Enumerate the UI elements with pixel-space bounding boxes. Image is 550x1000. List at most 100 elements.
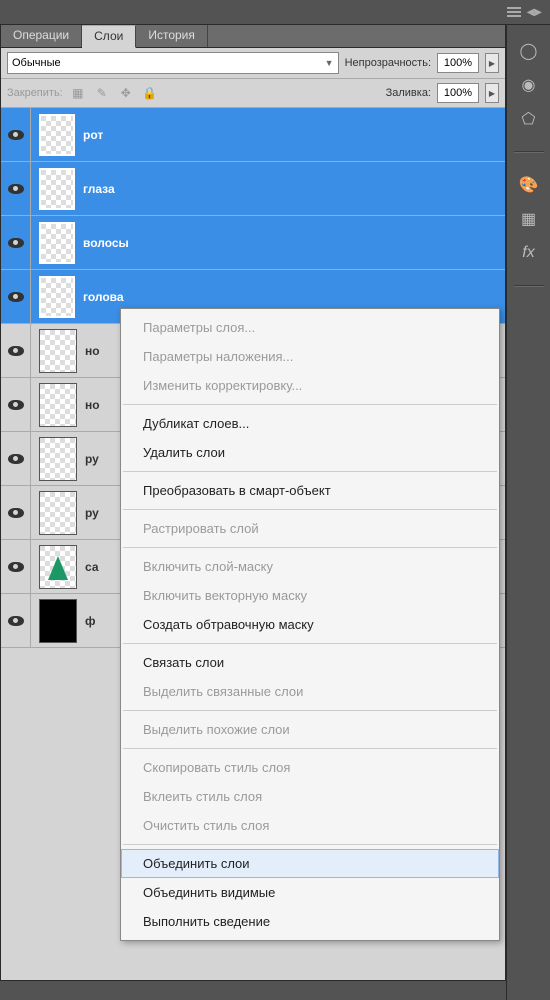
eye-icon — [8, 238, 24, 248]
layer-thumbnail[interactable] — [39, 114, 75, 156]
tab-history[interactable]: История — [136, 25, 208, 47]
menu-item[interactable]: Выполнить сведение — [121, 907, 499, 936]
menu-separator — [123, 471, 497, 472]
fill-slider-toggle[interactable]: ▶ — [485, 83, 499, 103]
visibility-toggle[interactable] — [1, 162, 31, 215]
layer-name[interactable]: но — [85, 344, 100, 358]
menu-item: Вклеить стиль слоя — [121, 782, 499, 811]
tab-layers[interactable]: Слои — [82, 25, 136, 48]
visibility-toggle[interactable] — [1, 108, 31, 161]
layer-thumbnail[interactable] — [39, 545, 77, 589]
eye-icon — [8, 184, 24, 194]
grid-icon[interactable]: ▦ — [517, 207, 541, 231]
menu-separator — [123, 844, 497, 845]
visibility-toggle[interactable] — [1, 432, 31, 485]
eye-icon — [8, 130, 24, 140]
menu-item: Включить слой-маску — [121, 552, 499, 581]
layer-thumbnail[interactable] — [39, 168, 75, 210]
menu-separator — [123, 710, 497, 711]
menu-item: Выделить связанные слои — [121, 677, 499, 706]
palette-icon[interactable]: 🎨 — [517, 173, 541, 197]
layer-name[interactable]: глаза — [83, 182, 115, 196]
menu-separator — [123, 643, 497, 644]
visibility-toggle[interactable] — [1, 270, 31, 323]
eye-icon — [8, 454, 24, 464]
panel-menu-icon[interactable] — [507, 7, 521, 17]
sphere-icon[interactable]: ◉ — [517, 73, 541, 97]
opacity-slider-toggle[interactable]: ▶ — [485, 53, 499, 73]
menu-item[interactable]: Дубликат слоев... — [121, 409, 499, 438]
layer-row[interactable]: волосы — [1, 216, 505, 270]
shape-icon[interactable]: ⬠ — [517, 107, 541, 131]
lock-fill-row: Закрепить: ▦ ✎ ✥ 🔒 Заливка: 100% ▶ — [1, 79, 505, 108]
menu-item: Растрировать слой — [121, 514, 499, 543]
layer-name[interactable]: рот — [83, 128, 103, 142]
layer-thumbnail[interactable] — [39, 437, 77, 481]
eye-icon — [8, 508, 24, 518]
eye-icon — [8, 346, 24, 356]
visibility-toggle[interactable] — [1, 486, 31, 539]
lock-position-icon[interactable]: ✥ — [117, 84, 135, 102]
lock-all-icon[interactable]: 🔒 — [141, 84, 159, 102]
visibility-toggle[interactable] — [1, 540, 31, 593]
menu-item: Параметры слоя... — [121, 313, 499, 342]
layer-thumbnail[interactable] — [39, 599, 77, 643]
layer-name[interactable]: ру — [85, 506, 99, 520]
layer-thumbnail[interactable] — [39, 329, 77, 373]
layer-thumbnail[interactable] — [39, 222, 75, 264]
menu-separator — [123, 509, 497, 510]
menu-item[interactable]: Удалить слои — [121, 438, 499, 467]
layer-context-menu: Параметры слоя...Параметры наложения...И… — [120, 308, 500, 941]
layer-name[interactable]: ру — [85, 452, 99, 466]
menu-item: Параметры наложения... — [121, 342, 499, 371]
eye-icon — [8, 616, 24, 626]
menu-item: Включить векторную маску — [121, 581, 499, 610]
fill-input[interactable]: 100% — [437, 83, 479, 103]
opacity-label: Непрозрачность: — [345, 57, 431, 69]
eye-icon — [8, 400, 24, 410]
lens-icon[interactable]: ◯ — [517, 39, 541, 63]
menu-item[interactable]: Преобразовать в смарт-объект — [121, 476, 499, 505]
layer-name[interactable]: но — [85, 398, 100, 412]
layer-name[interactable]: волосы — [83, 236, 129, 250]
menu-item: Скопировать стиль слоя — [121, 753, 499, 782]
fx-icon[interactable]: fx — [517, 241, 541, 265]
layer-name[interactable]: са — [85, 560, 99, 574]
tab-operations[interactable]: Операции — [1, 25, 82, 47]
blend-mode-value: Обычные — [12, 57, 61, 69]
layer-row[interactable]: глаза — [1, 162, 505, 216]
layer-row[interactable]: рот — [1, 108, 505, 162]
blend-opacity-row: Обычные ▼ Непрозрачность: 100% ▶ — [1, 48, 505, 79]
blend-mode-select[interactable]: Обычные ▼ — [7, 52, 339, 74]
menu-separator — [123, 547, 497, 548]
menu-separator — [123, 748, 497, 749]
right-sidebar: ◯ ◉ ⬠ 🎨 ▦ fx — [506, 25, 550, 1000]
menu-item[interactable]: Связать слои — [121, 648, 499, 677]
layer-thumbnail[interactable] — [39, 491, 77, 535]
layer-thumbnail[interactable] — [39, 276, 75, 318]
bottom-bar — [0, 980, 506, 1000]
visibility-toggle[interactable] — [1, 216, 31, 269]
opacity-input[interactable]: 100% — [437, 53, 479, 73]
layer-thumbnail[interactable] — [39, 383, 77, 427]
lock-label: Закрепить: — [7, 87, 63, 99]
menu-item[interactable]: Объединить слои — [121, 849, 499, 878]
window-top-bar: ◀▶ — [0, 0, 550, 25]
collapse-arrow-icon[interactable]: ◀▶ — [527, 7, 542, 18]
menu-separator — [123, 404, 497, 405]
dropdown-arrow-icon: ▼ — [325, 58, 334, 68]
eye-icon — [8, 562, 24, 572]
fill-label: Заливка: — [386, 87, 431, 99]
menu-item[interactable]: Объединить видимые — [121, 878, 499, 907]
visibility-toggle[interactable] — [1, 594, 31, 647]
eye-icon — [8, 292, 24, 302]
layer-name[interactable]: ф — [85, 614, 96, 628]
menu-item[interactable]: Создать обтравочную маску — [121, 610, 499, 639]
visibility-toggle[interactable] — [1, 324, 31, 377]
lock-transparency-icon[interactable]: ▦ — [69, 84, 87, 102]
panel-tabs: Операции Слои История — [1, 25, 505, 48]
layer-name[interactable]: голова — [83, 290, 124, 304]
menu-item: Изменить корректировку... — [121, 371, 499, 400]
visibility-toggle[interactable] — [1, 378, 31, 431]
lock-pixels-icon[interactable]: ✎ — [93, 84, 111, 102]
